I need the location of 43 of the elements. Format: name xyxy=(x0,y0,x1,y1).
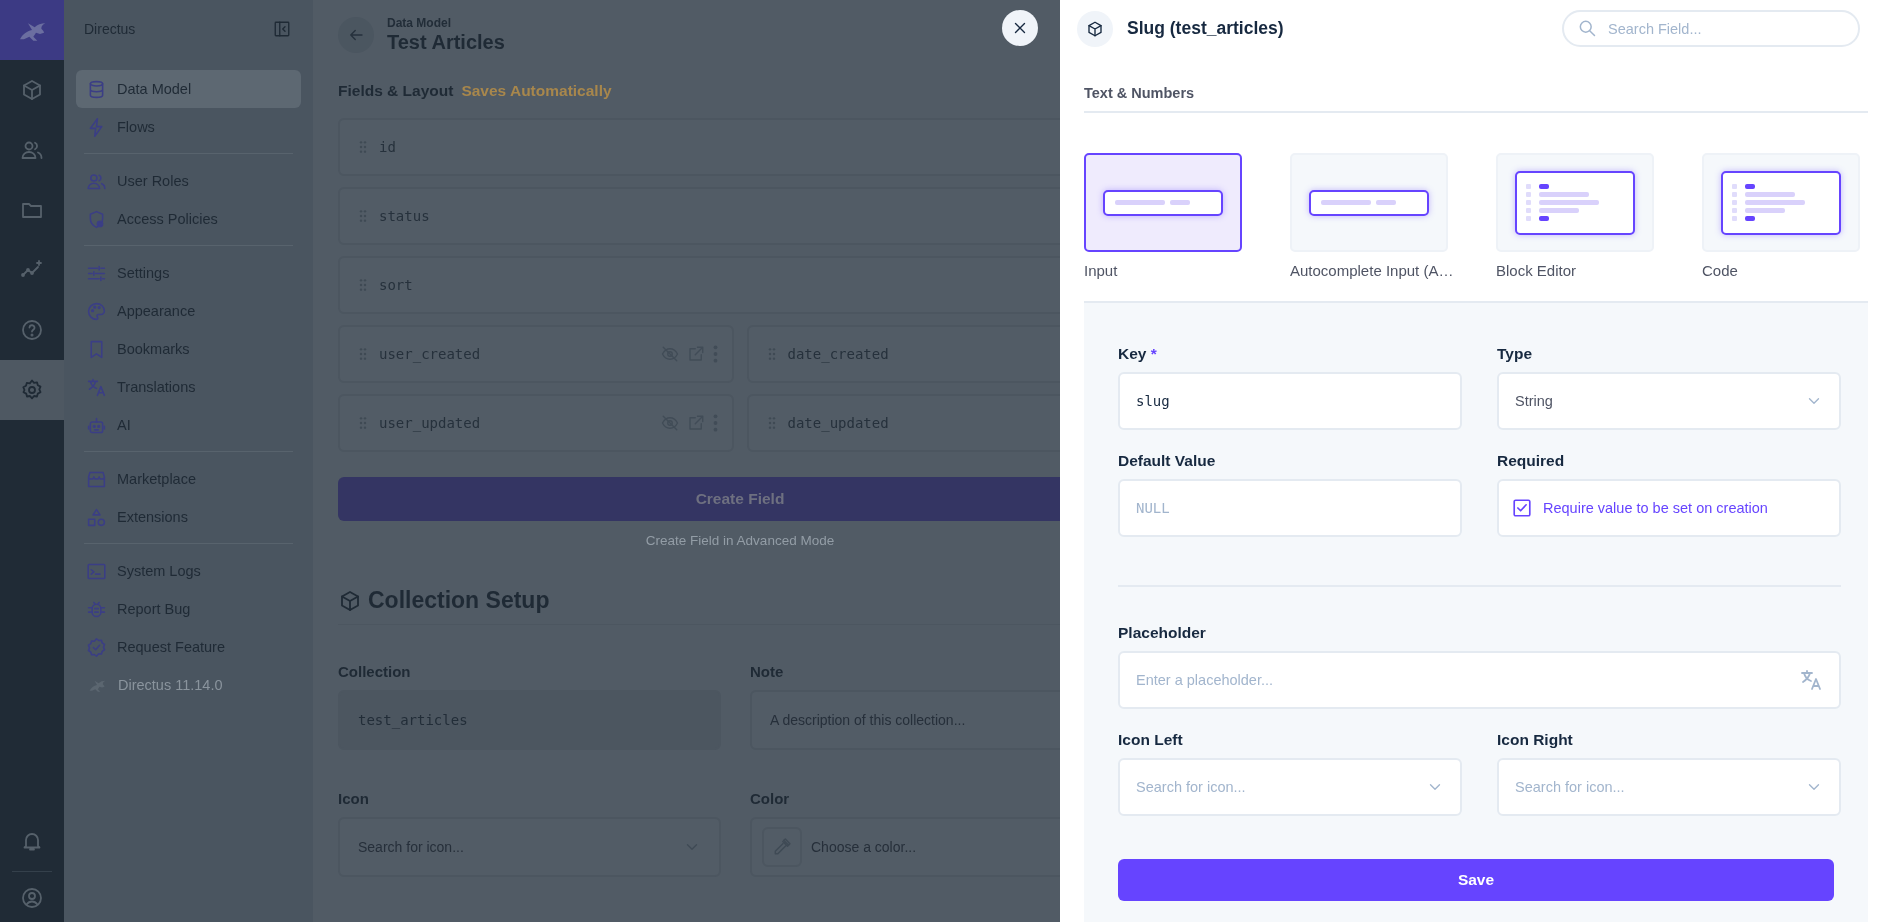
nav-item[interactable]: Data Model xyxy=(76,70,301,108)
back-button[interactable] xyxy=(338,17,374,53)
advanced-mode-link[interactable]: Create Field in Advanced Mode xyxy=(645,533,835,548)
required-checkbox[interactable]: Require value to be set on creation xyxy=(1497,479,1841,537)
interface-label: Autocomplete Input (A… xyxy=(1290,262,1455,279)
rail-button[interactable] xyxy=(0,360,64,420)
save-status: Saves Automatically xyxy=(461,82,612,100)
icon-right-select[interactable]: Search for icon... xyxy=(1497,758,1841,816)
drawer-title: Slug (test_articles) xyxy=(1127,18,1285,39)
cube-icon xyxy=(20,78,44,102)
field-label: Icon Right xyxy=(1497,731,1574,749)
cube-icon xyxy=(1086,19,1104,38)
help-icon xyxy=(20,318,44,342)
interface-label: Code xyxy=(1702,262,1739,279)
type-select[interactable]: String xyxy=(1497,372,1841,430)
shapes-icon xyxy=(86,506,107,528)
default-value-input[interactable]: NULL xyxy=(1118,479,1462,537)
field-label: Required xyxy=(1497,452,1566,470)
save-button[interactable]: Save xyxy=(1118,859,1834,901)
placeholder-input[interactable]: Enter a placeholder... xyxy=(1118,651,1841,709)
interface-label: Input xyxy=(1084,262,1119,279)
field-label: Icon Left xyxy=(1118,731,1184,749)
badge-check-icon xyxy=(86,636,107,658)
settings-icon xyxy=(20,378,44,402)
field-label: Key * xyxy=(1118,345,1158,363)
cube-icon xyxy=(338,588,362,613)
search-field[interactable]: Search Field... xyxy=(1562,10,1860,47)
user-avatar-icon xyxy=(20,886,44,910)
create-field-button[interactable]: Create Field xyxy=(338,477,1060,521)
palette-icon xyxy=(86,300,107,322)
interface-card[interactable] xyxy=(1084,153,1242,252)
close-button[interactable] xyxy=(1002,10,1038,46)
sidebar-icon xyxy=(273,20,291,38)
translate-icon xyxy=(1799,668,1823,692)
group-heading: Text & Numbers xyxy=(1084,57,1868,113)
field-label: Placeholder xyxy=(1118,624,1207,642)
version-text: Directus 11.14.0 xyxy=(118,677,223,693)
field-label: Default Value xyxy=(1118,452,1217,470)
icon-left-select[interactable]: Search for icon... xyxy=(1118,758,1462,816)
interface-label: Block Editor xyxy=(1496,262,1578,279)
key-input[interactable]: slug xyxy=(1118,372,1462,430)
translate-icon xyxy=(86,376,107,398)
field-label: Type xyxy=(1497,345,1534,363)
